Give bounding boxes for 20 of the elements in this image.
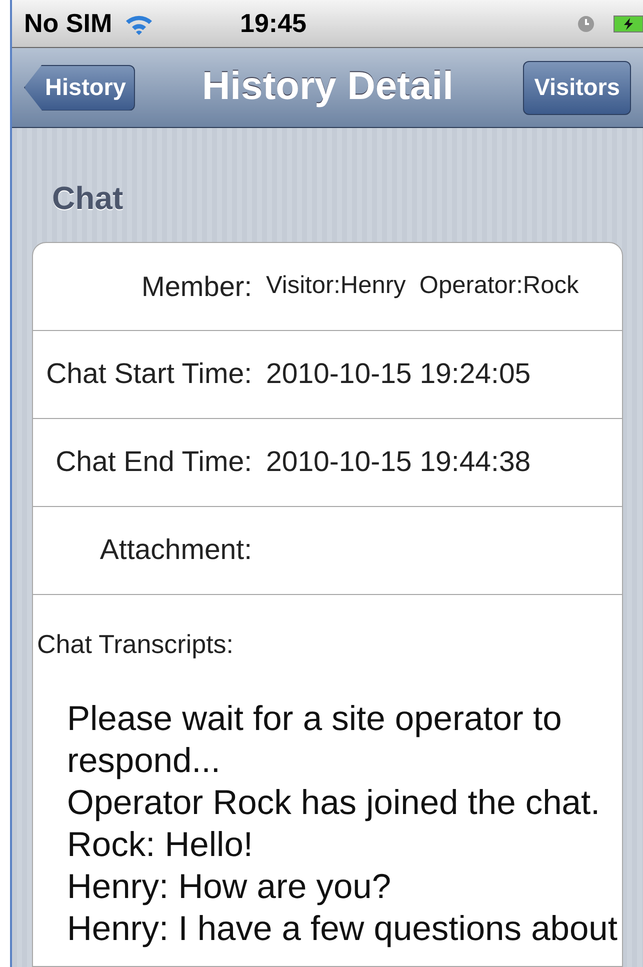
- field-value: Visitor:Henry Operator:Rock: [266, 271, 579, 302]
- transcript-line: Henry: How are you?: [67, 867, 392, 908]
- transcript-line: Please wait for a site operator to respond...: [67, 699, 563, 782]
- transcript-line: Henry: I have a few questions about: [67, 909, 618, 950]
- transcript-label: Chat Transcripts:: [37, 628, 235, 661]
- battery-icon: [613, 14, 643, 34]
- visitors-button[interactable]: Visitors: [523, 60, 631, 114]
- clock: 19:45: [240, 7, 306, 40]
- screen-title: History Detail: [202, 64, 454, 110]
- back-button[interactable]: History: [24, 64, 135, 110]
- field-label: Member:: [140, 270, 252, 304]
- transcript-line: Rock: Hello!: [67, 825, 254, 866]
- carrier-label: No SIM: [24, 7, 112, 40]
- field-value: 2010-10-15 19:24:05: [266, 357, 531, 392]
- section-header: Chat: [52, 179, 124, 218]
- transcript-line: Operator Rock has joined the chat.: [67, 783, 602, 824]
- field-label: Attachment:: [98, 533, 252, 568]
- field-value: 2010-10-15 19:44:38: [266, 445, 531, 480]
- field-label: Chat End Time:: [54, 445, 252, 480]
- field-label: Chat Start Time:: [45, 357, 252, 392]
